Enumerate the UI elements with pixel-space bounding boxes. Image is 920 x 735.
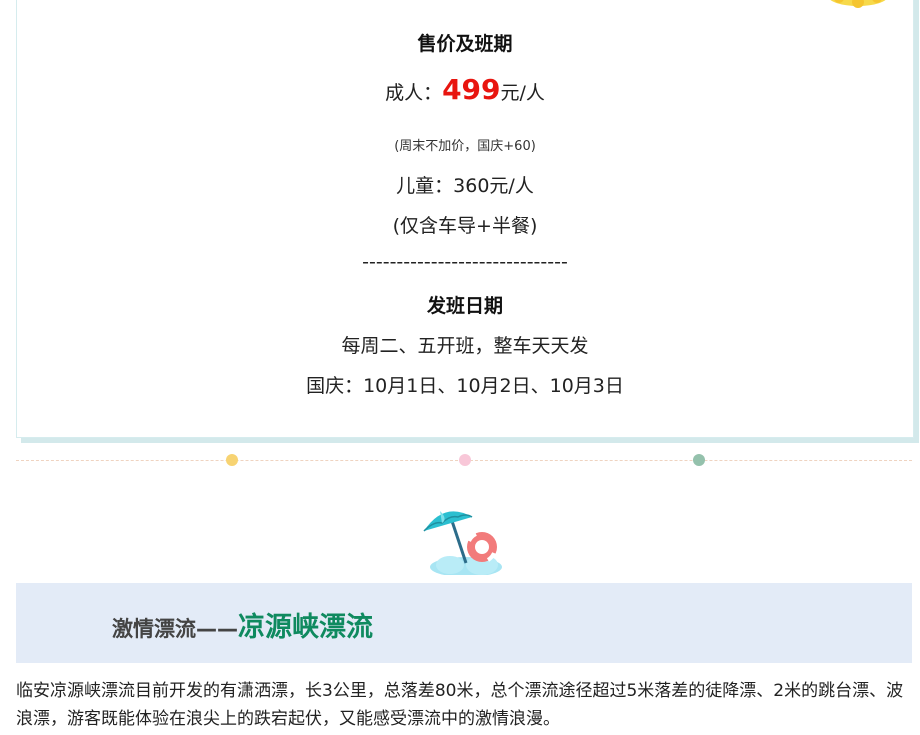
section-heading-prefix: 激情漂流—— — [112, 617, 238, 641]
price-section-title: 售价及班期 — [417, 33, 513, 55]
schedule-weekly: 每周二、五开班，整车天天发 — [341, 335, 589, 357]
adult-price-suffix: 元/人 — [500, 82, 545, 104]
decorative-flower-icon — [830, 0, 886, 8]
section-heading-title: 凉源峡漂流 — [238, 612, 373, 643]
adult-price-prefix: 成人： — [385, 82, 443, 104]
schedule-national-day: 国庆：10月1日、10月2日、10月3日 — [306, 375, 624, 397]
description-paragraph: 临安凉源峡漂流目前开发的有潇洒漂，长3公里，总落差80米，总个漂流途径超过5米落… — [16, 681, 904, 729]
child-price: 儿童：360元/人 — [396, 175, 534, 197]
dashed-separator-text: ------------------------------ — [362, 251, 568, 273]
divider-dot-green — [693, 454, 705, 466]
price-note: (周末不加价，国庆+60) — [394, 139, 536, 154]
price-includes: (仅含车导+半餐) — [392, 215, 538, 237]
section-banner: 激情漂流——凉源峡漂流 — [16, 583, 912, 663]
divider-dot-yellow — [226, 454, 238, 466]
section-heading: 激情漂流——凉源峡漂流 — [112, 605, 373, 644]
beach-umbrella-icon — [423, 511, 502, 575]
divider-dot-pink — [459, 454, 471, 466]
adult-price-line: 成人：499元/人 — [17, 73, 913, 106]
schedule-title: 发班日期 — [426, 295, 503, 317]
price-card: 售价及班期 成人：499元/人 (周末不加价，国庆+60) 儿童：360元/人 … — [16, 0, 914, 438]
adult-price-value: 499 — [442, 73, 501, 106]
